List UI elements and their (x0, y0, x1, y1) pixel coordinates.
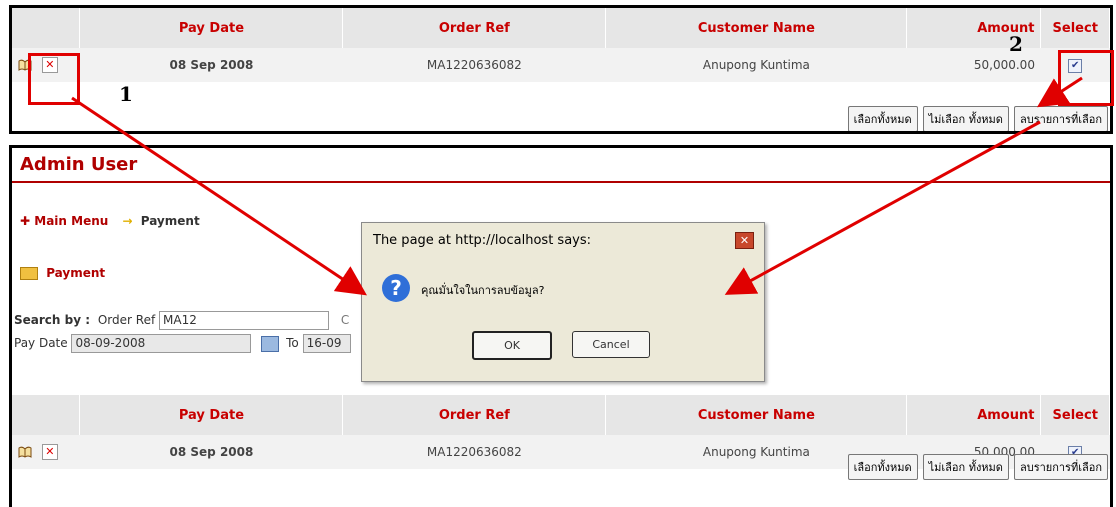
delete-selected-button[interactable]: ลบรายการที่เลือก (1013, 454, 1108, 480)
to-label: To (286, 336, 299, 350)
header-pay-date: Pay Date (79, 395, 344, 435)
order-ref-label: Order Ref (97, 313, 156, 327)
page-title: Admin User (20, 154, 138, 175)
cell-pay-date: 08 Sep 2008 (79, 48, 343, 82)
top-panel: Pay Date Order Ref Customer Name Amount … (9, 5, 1113, 134)
search-by-label: Search by : (14, 313, 91, 327)
action-buttons-top: เลือกทั้งหมด ไม่เลือก ทั้งหมด ลบรายการที… (847, 106, 1108, 131)
deselect-all-button[interactable]: ไม่เลือก ทั้งหมด (922, 106, 1009, 131)
table-row: ✕ 08 Sep 2008 MA1220636082 Anupong Kunti… (12, 48, 1110, 82)
header-select: Select (1040, 8, 1110, 48)
ok-button[interactable]: OK (472, 331, 552, 360)
header-amount[interactable]: Amount (906, 395, 1042, 435)
order-ref-input[interactable]: MA12 (159, 311, 330, 330)
header-order-ref: Order Ref (342, 395, 607, 435)
plus-icon: ✚ (20, 214, 31, 228)
header-actions (12, 8, 81, 48)
arrow-right-icon: → (122, 214, 133, 228)
section-heading: Payment (20, 266, 105, 280)
deselect-all-button[interactable]: ไม่เลือก ทั้งหมด (922, 454, 1009, 480)
callout-number-1: 1 (119, 82, 133, 106)
breadcrumb: ✚ Main Menu → Payment (20, 214, 200, 228)
header-pay-date: Pay Date (79, 8, 344, 48)
pay-date-label: Pay Date (14, 336, 68, 350)
dialog-message: คุณมั่นใจในการลบข้อมูล? (421, 284, 545, 297)
callout-box-delete (28, 53, 80, 105)
delete-icon[interactable]: ✕ (41, 444, 58, 460)
question-icon: ? (382, 274, 410, 302)
cell-order-ref: MA1220636082 (342, 48, 606, 82)
header-order-ref: Order Ref (342, 8, 607, 48)
callout-box-select (1058, 50, 1114, 106)
pay-date-from-input[interactable]: 08-09-2008 (71, 334, 252, 353)
header-customer-name: Customer Name (605, 8, 908, 48)
select-all-button[interactable]: เลือกทั้งหมด (847, 106, 918, 131)
close-icon[interactable]: ✕ (735, 232, 754, 249)
title-divider (12, 181, 1110, 183)
view-book-icon[interactable] (18, 446, 32, 458)
cancel-button[interactable]: Cancel (572, 331, 650, 358)
header-select: Select (1040, 395, 1110, 435)
breadcrumb-main-menu[interactable]: Main Menu (34, 214, 108, 228)
pay-date-to-input[interactable]: 16-09 (302, 334, 351, 353)
delete-selected-button[interactable]: ลบรายการที่เลือก (1013, 106, 1108, 131)
header-actions (12, 395, 81, 435)
extra-label: C (340, 313, 350, 327)
cell-pay-date: 08 Sep 2008 (79, 435, 343, 469)
confirm-dialog: The page at http://localhost says: ✕ ? ค… (361, 222, 765, 382)
folder-icon (20, 267, 38, 280)
section-title: Payment (46, 266, 106, 280)
cell-order-ref: MA1220636082 (342, 435, 606, 469)
callout-number-2: 2 (1009, 32, 1023, 56)
row-actions: ✕ (12, 435, 80, 469)
action-buttons-bottom: เลือกทั้งหมด ไม่เลือก ทั้งหมด ลบรายการที… (847, 454, 1108, 480)
dialog-title: The page at http://localhost says: (373, 233, 592, 248)
header-customer-name: Customer Name (605, 395, 908, 435)
calendar-icon[interactable] (261, 335, 280, 352)
select-all-button[interactable]: เลือกทั้งหมด (847, 454, 918, 480)
cell-customer-name: Anupong Kuntima (605, 48, 907, 82)
payment-table-top: Pay Date Order Ref Customer Name Amount … (12, 8, 1110, 82)
search-form: Search by : Order Ref MA12 C Pay Date 08… (14, 311, 351, 353)
breadcrumb-current: Payment (140, 214, 200, 228)
